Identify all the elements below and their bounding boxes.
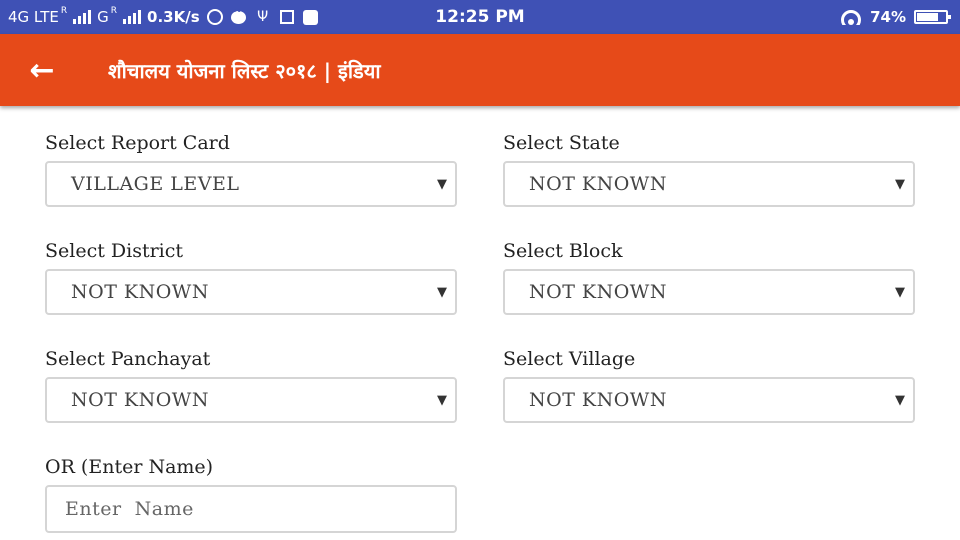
- village-select[interactable]: NOT KNOWN ▼: [503, 377, 915, 423]
- report-card-label: Select Report Card: [45, 132, 230, 154]
- clock: 12:25 PM: [435, 7, 525, 27]
- status-bar: 4G LTE R G R 0.3K/s Ψ 12:25 PM 74%: [0, 0, 960, 34]
- dropdown-arrow-icon: ▼: [437, 176, 447, 192]
- village-value: NOT KNOWN: [529, 389, 667, 411]
- back-arrow-icon[interactable]: ←: [24, 52, 60, 88]
- panchayat-select[interactable]: NOT KNOWN ▼: [45, 377, 457, 423]
- dropdown-arrow-icon: ▼: [437, 392, 447, 408]
- state-label: Select State: [503, 132, 620, 154]
- report-card-select[interactable]: VILLAGE LEVEL ▼: [45, 161, 457, 207]
- state-value: NOT KNOWN: [529, 173, 667, 195]
- name-input[interactable]: [45, 485, 457, 533]
- page-title: शौचालय योजना लिस्ट २०१८ | इंडिया: [108, 58, 381, 83]
- district-label: Select District: [45, 240, 184, 262]
- dropdown-arrow-icon: ▼: [895, 176, 905, 192]
- district-value: NOT KNOWN: [71, 281, 209, 303]
- battery-percent: 74%: [870, 8, 906, 26]
- enter-name-label: OR (Enter Name): [45, 456, 214, 478]
- dropdown-arrow-icon: ▼: [895, 392, 905, 408]
- battery-icon: [914, 10, 951, 24]
- panchayat-label: Select Panchayat: [45, 348, 211, 370]
- block-value: NOT KNOWN: [529, 281, 667, 303]
- block-select[interactable]: NOT KNOWN ▼: [503, 269, 915, 315]
- dropdown-arrow-icon: ▼: [895, 284, 905, 300]
- wifi-icon: [840, 9, 862, 25]
- district-select[interactable]: NOT KNOWN ▼: [45, 269, 457, 315]
- village-label: Select Village: [503, 348, 636, 370]
- report-card-value: VILLAGE LEVEL: [71, 173, 240, 195]
- app-bar: ← शौचालय योजना लिस्ट २०१८ | इंडिया: [0, 34, 960, 106]
- panchayat-value: NOT KNOWN: [71, 389, 209, 411]
- dropdown-arrow-icon: ▼: [437, 284, 447, 300]
- state-select[interactable]: NOT KNOWN ▼: [503, 161, 915, 207]
- status-bar-right: 74%: [840, 0, 951, 34]
- block-label: Select Block: [503, 240, 623, 262]
